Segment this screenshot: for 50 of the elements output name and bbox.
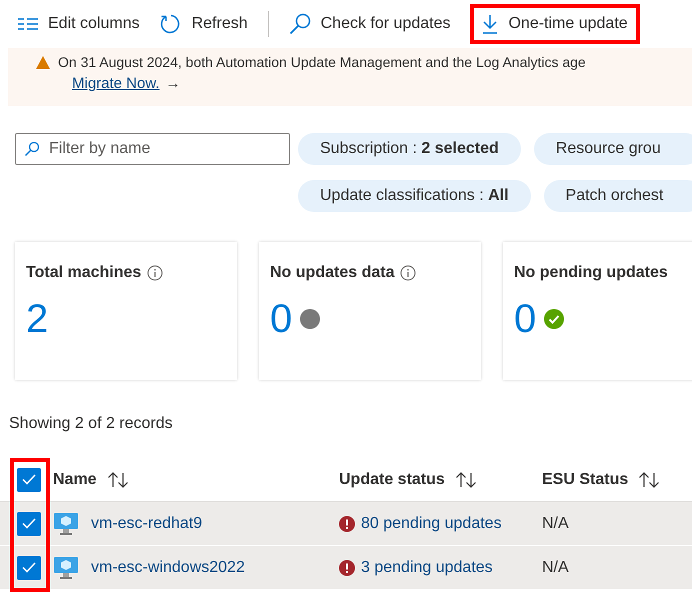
machine-link[interactable]: vm-esc-redhat9	[91, 512, 202, 536]
checkbox[interactable]	[17, 556, 41, 580]
checkbox[interactable]	[17, 512, 41, 536]
filter-pill[interactable]: Update classifications : All	[298, 180, 531, 212]
sort-icon[interactable]	[106, 472, 129, 488]
column-header: ESU Status	[542, 470, 628, 490]
filter-pill[interactable]: Subscription : 2 selected	[298, 133, 521, 165]
update-status: 3 pending updates	[361, 558, 493, 578]
virtual-machine-icon	[53, 512, 79, 536]
error-icon	[339, 516, 355, 532]
column-header: Update status	[339, 470, 445, 490]
download-icon	[482, 14, 498, 34]
card-value: 0	[270, 299, 292, 339]
checkbox[interactable]	[17, 468, 41, 492]
refresh-icon	[160, 13, 182, 35]
filter-pill[interactable]: Resource grou	[534, 133, 692, 165]
warning-icon	[36, 56, 50, 69]
machine-link[interactable]: vm-esc-windows2022	[91, 556, 245, 580]
virtual-machine-icon	[53, 556, 79, 580]
error-icon	[339, 560, 355, 576]
success-check-icon	[544, 309, 564, 329]
search-icon	[24, 141, 40, 157]
sort-icon[interactable]	[454, 472, 477, 488]
search-icon	[288, 13, 311, 35]
filter-pill[interactable]: Patch orchest	[544, 180, 692, 212]
banner-text: On 31 August 2024, both Automation Update Management and the Log Analytics age	[58, 53, 586, 72]
card-title: Total machines	[26, 263, 142, 283]
list-icon	[18, 17, 38, 31]
sort-icon[interactable]	[638, 472, 660, 488]
checkmark-icon	[22, 562, 36, 573]
toolbar-button[interactable]: Edit columns	[18, 4, 140, 44]
card-value: 2	[26, 299, 48, 339]
toolbar-button[interactable]: Refresh	[160, 4, 248, 44]
checkmark-icon	[22, 474, 36, 485]
table-row[interactable]: vm-esc-redhat9 80 pending updates N/A	[0, 502, 692, 546]
records-summary: Showing 2 of 2 records	[8, 414, 174, 434]
update-status: 80 pending updates	[361, 514, 502, 534]
table-cell-text: N/A	[542, 514, 569, 534]
card-title: No updates data	[270, 263, 394, 283]
toolbar-button[interactable]: Check for updates	[288, 4, 450, 44]
toolbar-button[interactable]: One-time update	[470, 4, 640, 44]
card-title: No pending updates	[514, 263, 668, 283]
filter-field[interactable]: Filter by name	[15, 133, 290, 165]
table-row[interactable]: vm-esc-windows2022 3 pending updates N/A	[0, 546, 692, 590]
migrate-link[interactable]: Migrate Now.	[72, 73, 160, 96]
checkmark-icon	[22, 518, 36, 529]
table-cell-text: N/A	[542, 558, 569, 578]
card-value: 0	[514, 299, 536, 339]
column-header: Name	[53, 470, 97, 490]
arrow-icon: →	[166, 73, 181, 96]
